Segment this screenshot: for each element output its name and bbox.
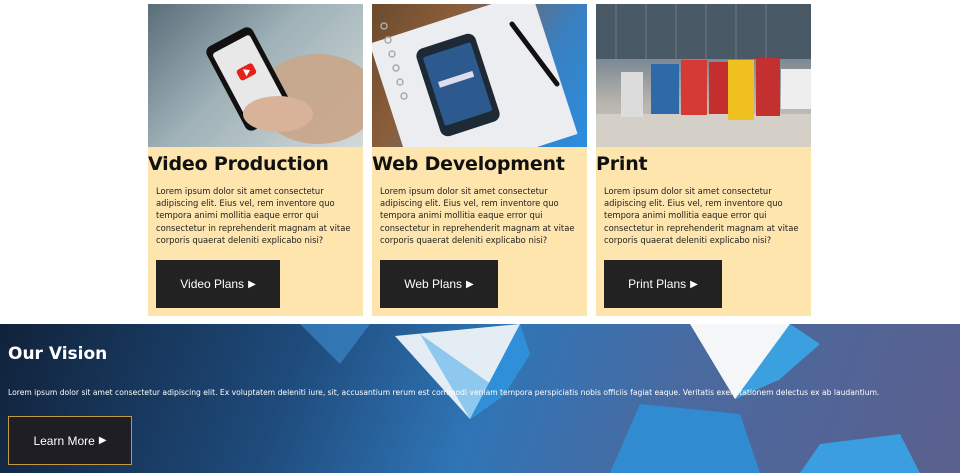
web-development-image — [372, 4, 587, 147]
button-label: Print Plans — [628, 277, 687, 291]
card-video-production: Video Production Lorem ipsum dolor sit a… — [148, 4, 363, 316]
vision-description: Lorem ipsum dolor sit amet consectetur a… — [8, 388, 880, 397]
services-cards: Video Production Lorem ipsum dolor sit a… — [148, 4, 811, 316]
button-label: Video Plans — [180, 277, 245, 291]
card-description: Lorem ipsum dolor sit amet consectetur a… — [156, 186, 351, 245]
button-label: Learn More — [33, 433, 95, 448]
card-description: Lorem ipsum dolor sit amet consectetur a… — [604, 186, 799, 245]
video-plans-button[interactable]: Video Plans ▶ — [156, 260, 280, 308]
vision-title: Our Vision — [8, 344, 108, 364]
card-title: Video Production — [148, 153, 329, 175]
card-print: Print Lorem ipsum dolor sit amet consect… — [596, 4, 811, 316]
button-label: Web Plans — [404, 277, 463, 291]
print-image — [596, 4, 811, 147]
card-title: Web Development — [372, 153, 565, 175]
play-triangle-icon: ▶ — [248, 278, 256, 290]
play-triangle-icon: ▶ — [98, 435, 107, 446]
card-title: Print — [596, 153, 648, 175]
vision-banner: Our Vision Lorem ipsum dolor sit amet co… — [0, 324, 960, 473]
card-description: Lorem ipsum dolor sit amet consectetur a… — [380, 186, 575, 245]
video-production-image — [148, 4, 363, 147]
print-plans-button[interactable]: Print Plans ▶ — [604, 260, 722, 308]
card-web-development: Web Development Lorem ipsum dolor sit am… — [372, 4, 587, 316]
learn-more-button[interactable]: Learn More ▶ — [8, 416, 132, 465]
web-plans-button[interactable]: Web Plans ▶ — [380, 260, 498, 308]
paper-boats-background — [300, 324, 920, 473]
play-triangle-icon: ▶ — [690, 278, 698, 290]
play-triangle-icon: ▶ — [466, 278, 474, 290]
